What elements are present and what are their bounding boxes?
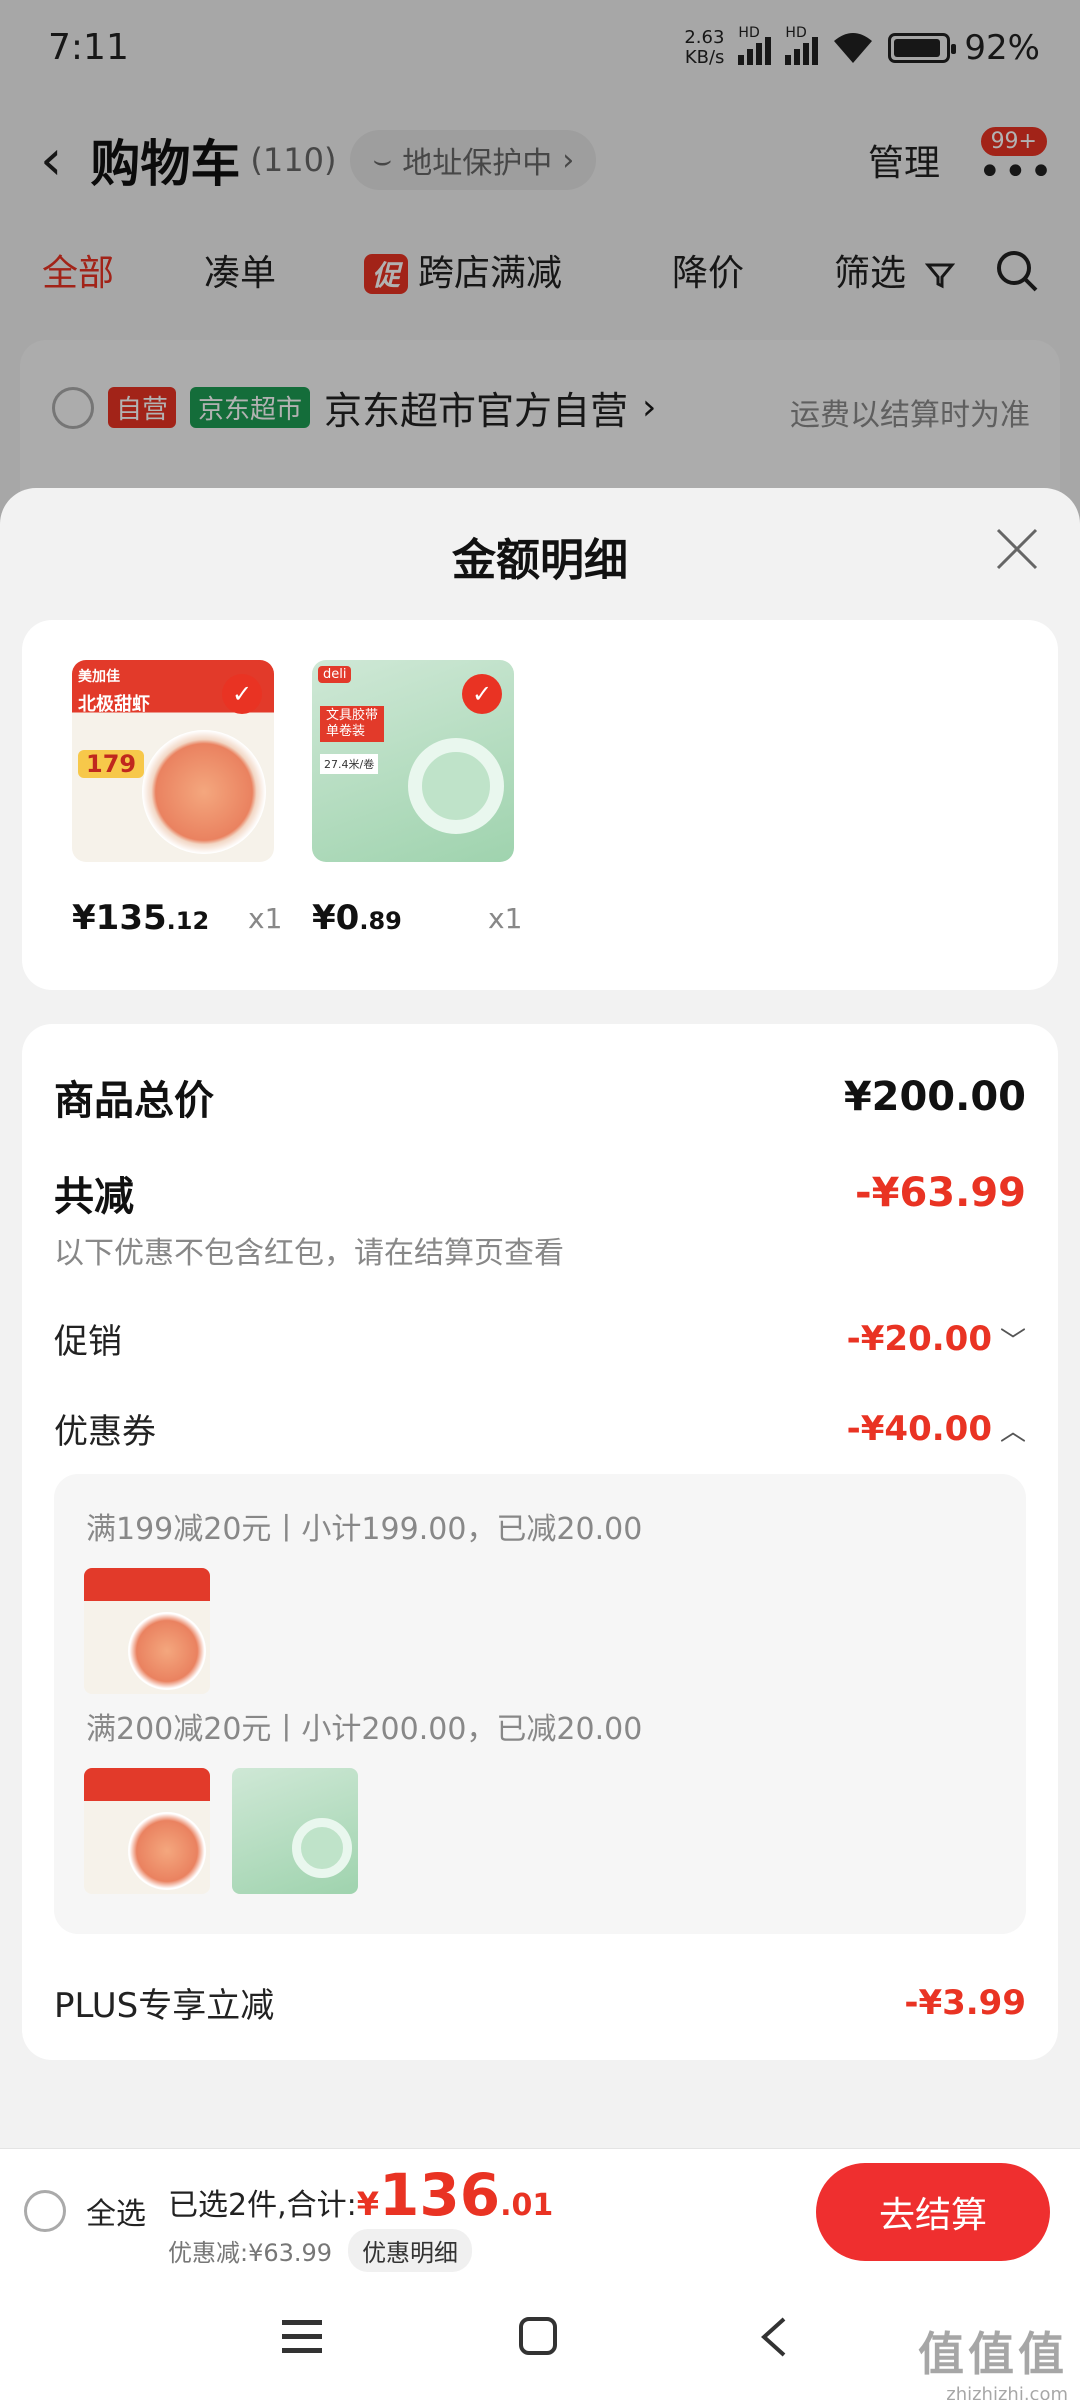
total-summary: 已选2件,合计: ¥ 136 .01 [168,2161,554,2229]
chevron-down-icon: ﹀ [999,1326,1026,1357]
item-price: ¥135.12 [72,898,210,938]
coupon-row[interactable]: 优惠券 -¥40.00 ︿ [54,1404,1026,1453]
product-thumb-tape[interactable]: deli 文具胶带 单卷装 27.4米/卷 ✓ [312,660,514,862]
item-quantity: x1 [488,902,523,935]
checked-icon: ✓ [462,674,502,714]
price-summary-card: 商品总价 ¥200.00 共减 -¥63.99 以下优惠不包含红包，请在结算页查… [22,1024,1058,2060]
menu-icon[interactable] [282,2318,322,2356]
discount-detail-button[interactable]: 优惠明细 [348,2229,473,2272]
item-quantity: x1 [248,902,283,935]
coupon-product-thumb-shrimp [84,1568,210,1694]
chevron-up-icon: ︿ [999,1416,1026,1447]
coupon-detail-box: 满199减20元丨小计199.00，已减20.00 满200减20元丨小计200… [54,1474,1026,1934]
amount-detail-sheet: 金额明细 美加佳 北极甜虾 179 ✓ ¥135.12 x1 deli 文具胶带… [0,488,1080,2148]
plus-discount-row: PLUS专享立减 -¥3.99 [54,1982,1026,2027]
watermark-logo: 值值值 zhizhizhi.com [918,2327,1068,2400]
tape-roll-image [408,738,504,834]
shrimp-plate-image [142,730,266,854]
total-price-row: 商品总价 ¥200.00 [54,1074,1026,1124]
reduce-note: 以下优惠不包含红包，请在结算页查看 [54,1236,564,1271]
coupon-product-thumb-tape [232,1768,358,1894]
coupon-desc: 满199减20元丨小计199.00，已减20.00 [86,1512,643,1547]
checked-icon: ✓ [222,674,262,714]
item-price: ¥0.89 [312,898,402,938]
product-thumb-shrimp[interactable]: 美加佳 北极甜虾 179 ✓ [72,660,274,862]
total-reduce-row: 共减 -¥63.99 [54,1170,1026,1220]
home-icon[interactable] [518,2316,558,2356]
back-icon[interactable] [758,2316,788,2358]
select-all-radio[interactable] [24,2190,66,2232]
checkout-button[interactable]: 去结算 [816,2163,1050,2261]
discount-line: 优惠减:¥63.99 优惠明细 [168,2229,473,2272]
coupon-desc: 满200减20元丨小计200.00，已减20.00 [86,1712,643,1747]
checkout-bar: 全选 已选2件,合计: ¥ 136 .01 优惠减:¥63.99 优惠明细 去结… [0,2148,1080,2274]
total-amount: 136 [379,2161,501,2229]
select-all[interactable]: 全选 [24,2189,146,2233]
sheet-title: 金额明细 [452,535,628,586]
selected-items-card: 美加佳 北极甜虾 179 ✓ ¥135.12 x1 deli 文具胶带 单卷装 2… [22,620,1058,990]
promo-row[interactable]: 促销 -¥20.00 ﹀ [54,1314,1026,1363]
close-icon[interactable] [994,526,1040,572]
coupon-product-thumb-shrimp [84,1768,210,1894]
